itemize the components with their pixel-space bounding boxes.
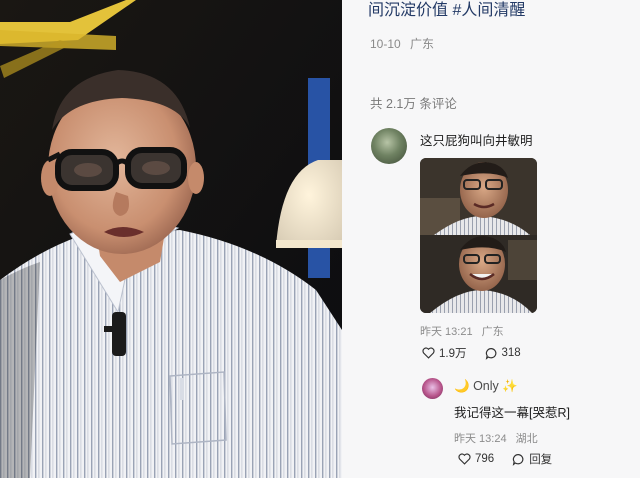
comment-actions: 796 回复 xyxy=(458,451,570,467)
comment-bubble-icon xyxy=(512,453,524,466)
meme-image[interactable] xyxy=(420,158,537,313)
comment-location: 广东 xyxy=(481,326,504,338)
comment-meta: 昨天 13:21 广东 xyxy=(420,323,504,339)
comment-actions: 1.9万 318 xyxy=(422,345,539,361)
post-title: 间沉淀价值 #人间清醒 xyxy=(368,2,526,19)
comment-text: 我记得这一幕[哭惹R] xyxy=(454,406,570,420)
comment-count: 共 2.1万 条评论 xyxy=(370,97,457,111)
video-still-image xyxy=(0,0,342,478)
video-frame xyxy=(0,0,342,478)
like-button[interactable]: 1.9万 xyxy=(422,345,467,361)
comment-time: 昨天 13:24 xyxy=(454,433,507,445)
avatar[interactable] xyxy=(371,128,407,164)
comment-time: 昨天 13:21 xyxy=(420,326,473,338)
moon-emoji-icon: 🌙 xyxy=(454,379,470,393)
comment-text: 这只屁狗叫向井敏明 xyxy=(420,134,533,148)
comment-bubble-icon xyxy=(485,347,496,360)
like-count: 1.9万 xyxy=(439,348,467,360)
reply-button[interactable]: 318 xyxy=(485,347,521,360)
reply-count: 318 xyxy=(501,347,521,359)
reply-button[interactable]: 回复 xyxy=(512,451,552,467)
heart-icon xyxy=(458,453,471,465)
comment-meta: 昨天 13:24 湖北 xyxy=(454,430,538,446)
like-button[interactable]: 796 xyxy=(458,453,494,465)
post-date: 10-10 xyxy=(370,37,401,51)
heart-icon xyxy=(422,347,435,359)
sparkle-emoji-icon: ✨ xyxy=(502,379,518,393)
avatar[interactable] xyxy=(422,378,443,399)
post-location: 广东 xyxy=(410,37,435,51)
reply-label: 回复 xyxy=(529,454,553,466)
comments-panel: 间沉淀价值 #人间清醒 10-10 广东 共 2.1万 条评论 这只屁狗叫向井敏… xyxy=(342,0,640,478)
comment-location: 湖北 xyxy=(515,433,538,445)
username-label: Only xyxy=(473,379,499,393)
post-meta: 10-10 广东 xyxy=(370,35,434,52)
comment-username[interactable]: 🌙 Only ✨ xyxy=(454,379,518,394)
like-count: 796 xyxy=(475,453,495,465)
